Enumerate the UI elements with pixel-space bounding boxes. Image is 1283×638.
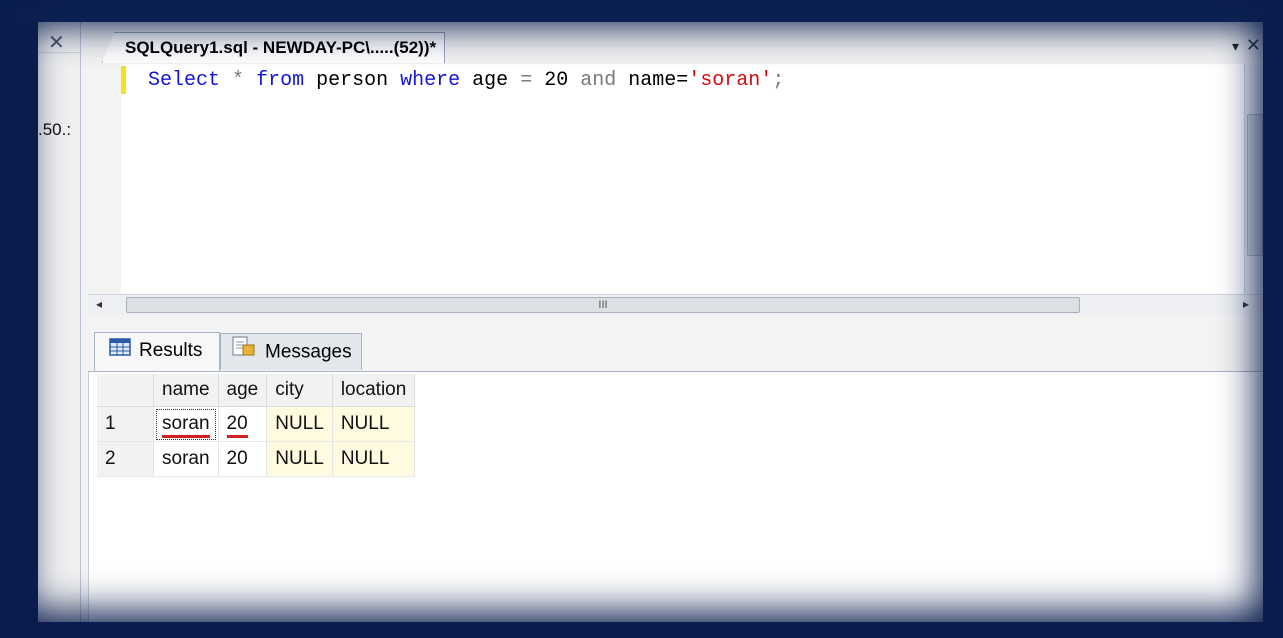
grid-cell-city[interactable]: NULL (266, 406, 333, 442)
server-version-text: .50.: (38, 120, 72, 139)
semicolon: ; (772, 69, 785, 92)
scrollbar-thumb[interactable] (1247, 114, 1263, 256)
toolbar-strip (0, 0, 1283, 22)
document-tab-bar: SQLQuery1.sql - NEWDAY-PC\.....(52))* ▾ … (88, 30, 1263, 65)
grid-cell-age[interactable]: 20 (218, 406, 268, 442)
column-header-name[interactable]: name (153, 374, 219, 407)
panel-divider (38, 52, 80, 53)
grid-cell-age[interactable]: 20 (218, 441, 268, 477)
code-line-1[interactable]: Select * from person where age = 20 and … (148, 67, 784, 95)
grid-cell-name[interactable]: soran (153, 406, 219, 442)
operator-star: * (232, 69, 245, 92)
change-marker (121, 66, 126, 94)
close-icon[interactable]: ✕ (1246, 35, 1261, 56)
grid-cell-location[interactable]: NULL (332, 406, 416, 442)
chevron-down-icon[interactable]: ▾ (1232, 38, 1239, 55)
operator-and: and (580, 69, 617, 92)
grid-header-row: name age city location (97, 374, 416, 407)
column-name: name= (628, 69, 689, 92)
scrollbar-thumb[interactable]: III (126, 297, 1080, 313)
grid-icon (109, 333, 131, 369)
keyword-from: from (256, 69, 305, 92)
cell-value: 20 (226, 413, 248, 438)
column-header-location[interactable]: location (332, 374, 416, 407)
editor-horizontal-scrollbar[interactable]: ◂ III ▸ (88, 294, 1263, 315)
row-number[interactable]: 2 (97, 441, 154, 477)
grid-cell-name[interactable]: soran (153, 441, 219, 477)
literal-string: 'soran' (688, 69, 773, 92)
messages-icon (231, 334, 257, 371)
operator-equals: = (520, 69, 533, 92)
tab-results-label: Results (139, 340, 203, 361)
screenshot-frame: ✕ .50.: SQLQuery1.sql - NEWDAY-PC\.....(… (0, 0, 1283, 638)
tab-results[interactable]: Results (94, 332, 220, 371)
results-grid-area: name age city location 1 soran 20 NULL N… (88, 372, 1263, 622)
grid-cell-city[interactable]: NULL (266, 441, 333, 477)
table-row: 2 soran 20 NULL NULL (97, 441, 416, 477)
pane-splitter[interactable] (88, 315, 1263, 325)
row-number-header[interactable] (97, 374, 154, 407)
object-explorer-panel: ✕ .50.: (38, 22, 81, 622)
column-header-city[interactable]: city (266, 374, 333, 407)
query-editor[interactable]: Select * from person where age = 20 and … (88, 64, 1263, 294)
editor-vertical-scrollbar[interactable] (1244, 64, 1263, 294)
results-tab-strip: Results Messages (88, 325, 1263, 372)
table-row: 1 soran 20 NULL NULL (97, 406, 416, 442)
tab-sqlquery1[interactable]: SQLQuery1.sql - NEWDAY-PC\.....(52))* (102, 32, 446, 63)
cell-value: soran (162, 413, 210, 438)
tab-messages[interactable]: Messages (220, 333, 362, 370)
keyword-select: Select (148, 69, 221, 92)
results-grid: name age city location 1 soran 20 NULL N… (97, 374, 416, 477)
column-age: age (472, 69, 509, 92)
literal-number: 20 (544, 69, 569, 92)
grid-cell-location[interactable]: NULL (332, 441, 416, 477)
keyword-where: where (400, 69, 461, 92)
chevron-right-icon[interactable]: ▸ (1243, 297, 1249, 311)
table-name: person (316, 69, 389, 92)
row-number[interactable]: 1 (97, 406, 154, 442)
editor-gutter (88, 64, 121, 294)
chevron-left-icon[interactable]: ◂ (96, 297, 102, 311)
tab-messages-label: Messages (265, 341, 352, 363)
column-header-age[interactable]: age (218, 374, 268, 407)
ssms-window: ✕ .50.: SQLQuery1.sql - NEWDAY-PC\.....(… (38, 22, 1263, 622)
